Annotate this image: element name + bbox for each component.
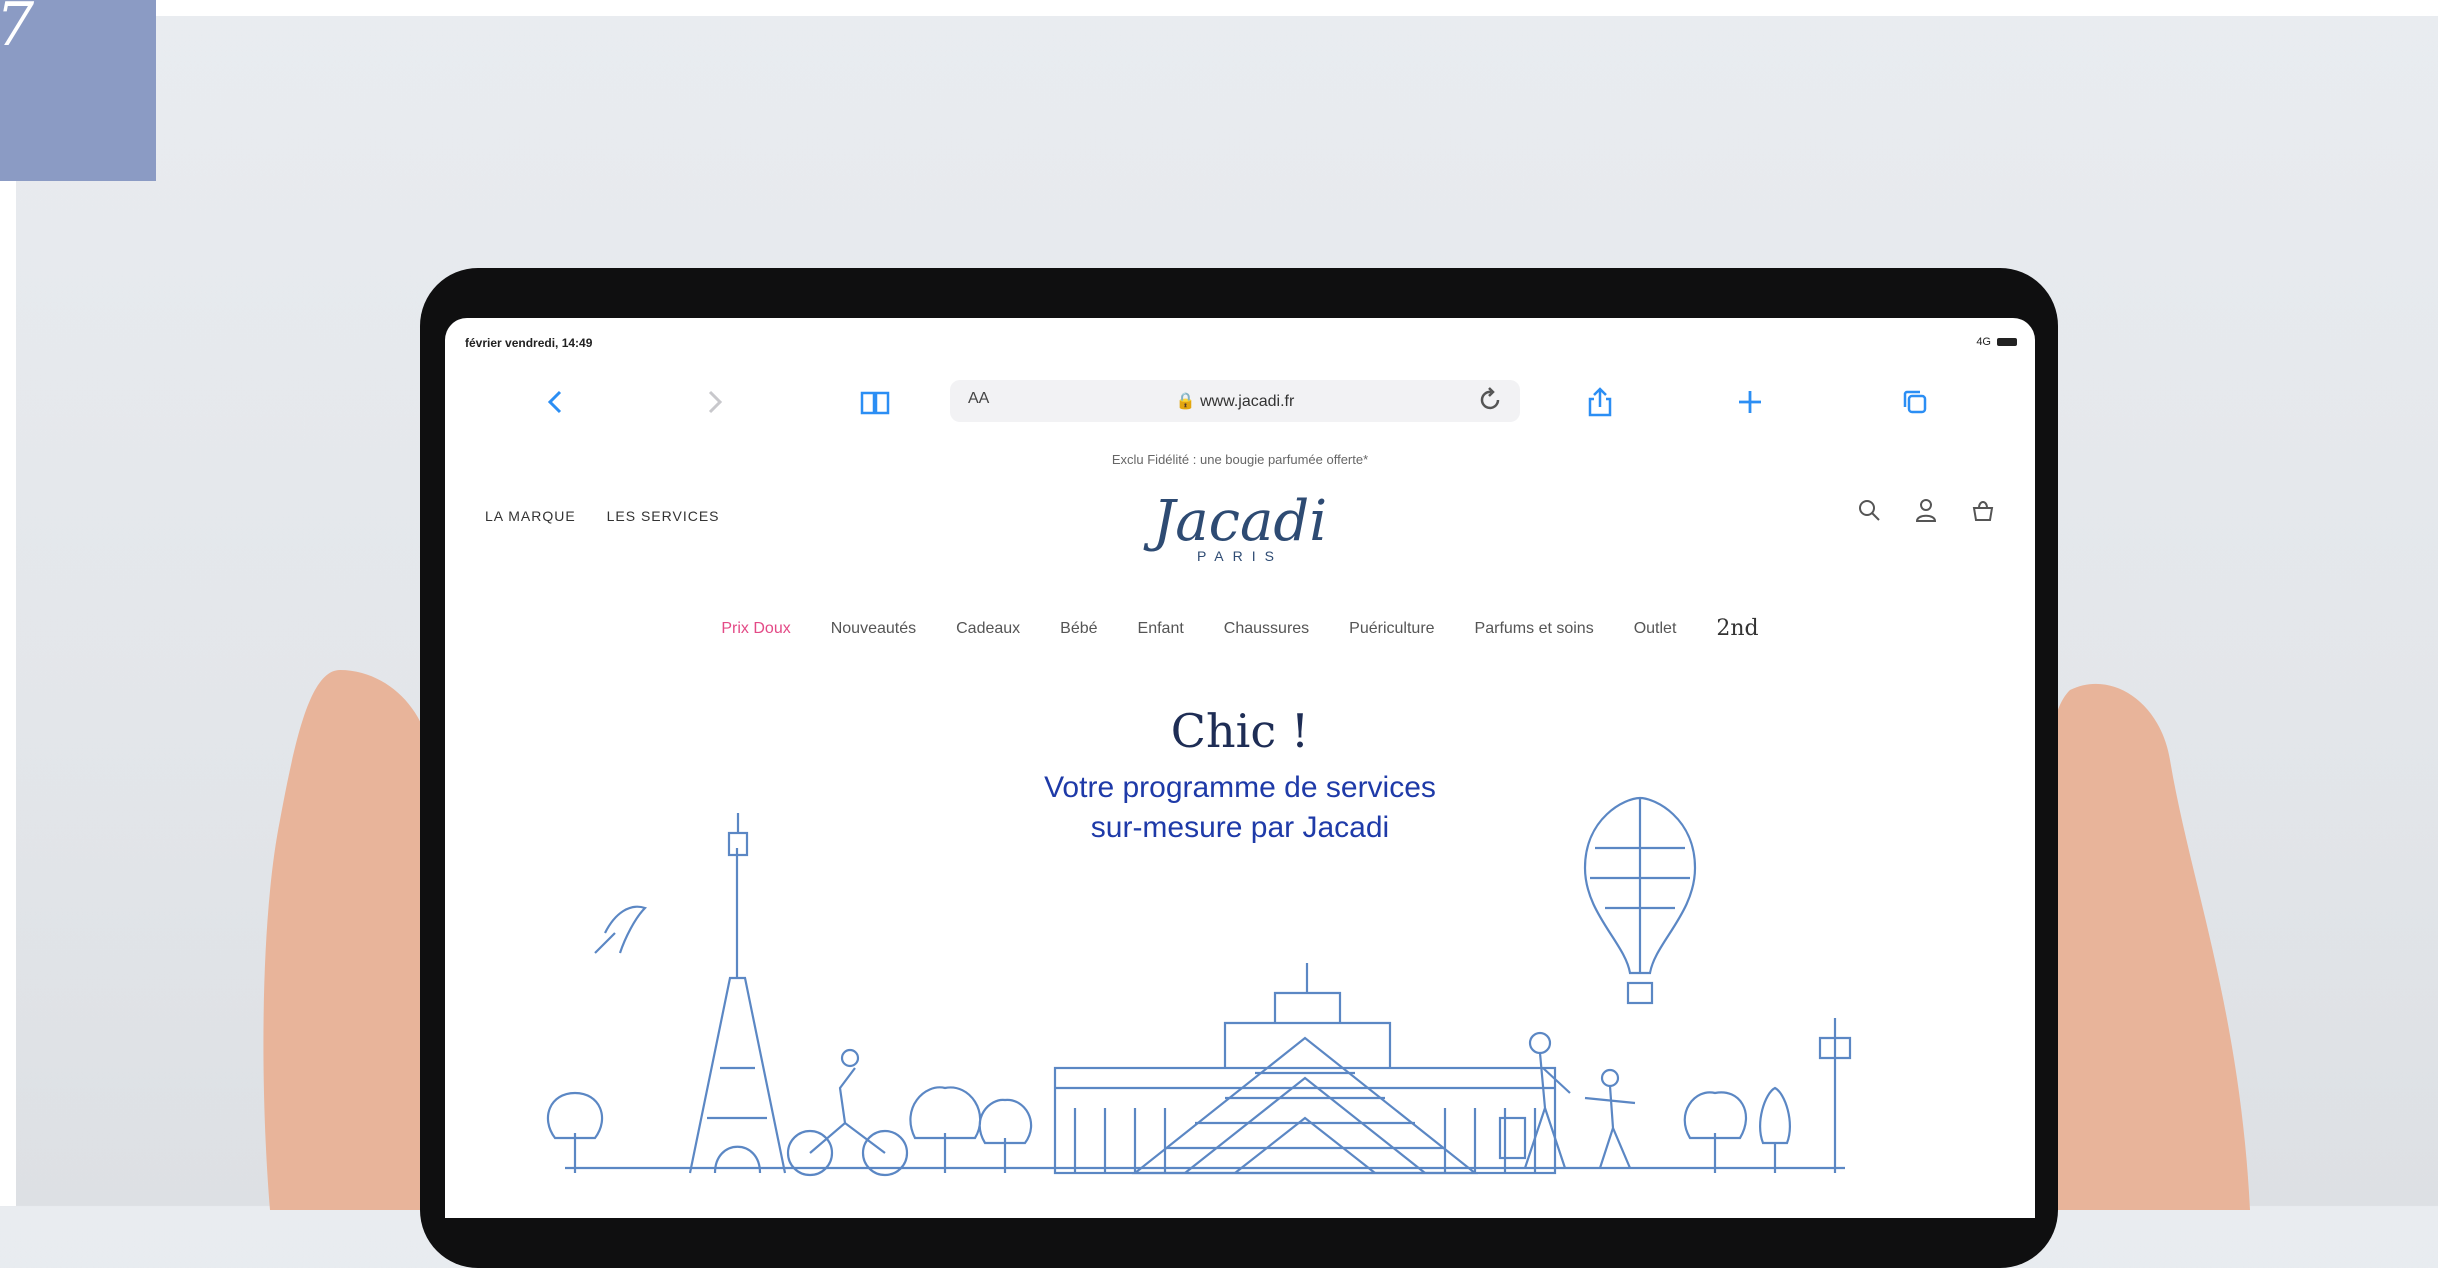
share-icon (1588, 387, 1612, 417)
category-parfums-et-soins[interactable]: Parfums et soins (1475, 620, 1594, 641)
bookmarks-button[interactable] (855, 380, 895, 424)
chevron-right-icon (708, 390, 723, 414)
tabs-button[interactable] (1895, 380, 1935, 424)
tree-right-drawing (1683, 1086, 1791, 1173)
reload-button[interactable] (1480, 386, 1502, 419)
cyclist-drawing (786, 1048, 909, 1177)
category-cadeaux[interactable]: Cadeaux (956, 620, 1020, 641)
chevron-left-icon (547, 390, 562, 414)
forward-button[interactable] (695, 380, 735, 424)
corner-glyph: 7 (0, 0, 34, 60)
back-button[interactable] (535, 380, 575, 424)
new-tab-button[interactable] (1730, 380, 1770, 424)
reload-icon (1480, 387, 1500, 410)
browser-toolbar: AA 🔒 www.jacadi.fr (445, 380, 2035, 424)
category-nav: Prix Doux Nouveautés Cadeaux Bébé Enfant… (445, 616, 2035, 641)
bag-icon (1972, 501, 1994, 521)
signal-label: 4G (1976, 336, 1991, 348)
share-button[interactable] (1580, 380, 1620, 424)
user-icon (1915, 499, 1937, 522)
battery-icon (1997, 338, 2017, 346)
lamppost-drawing (1818, 1018, 1852, 1173)
plus-icon (1739, 391, 1761, 413)
category-2nd[interactable]: 2nd (1716, 616, 1758, 641)
logo-subtitle: PARIS (1197, 548, 1283, 564)
eiffel-tower-drawing (688, 813, 787, 1174)
tree-left-drawing (546, 1091, 604, 1173)
search-button[interactable] (1857, 498, 1881, 529)
category-bebe[interactable]: Bébé (1060, 620, 1097, 641)
category-enfant[interactable]: Enfant (1138, 620, 1184, 641)
balloon-drawing (1583, 796, 1697, 1005)
louvre-drawing (1053, 963, 1557, 1175)
family-drawing (1498, 1031, 1636, 1169)
tree-middle-drawing (909, 1086, 1033, 1173)
lock-icon: 🔒 (1175, 393, 1196, 410)
status-right: 4G (1976, 336, 2017, 348)
tablet-screen: février vendredi, 14:49 4G AA 🔒 www.jaca… (445, 318, 2035, 1218)
bird-drawing (594, 905, 648, 954)
url-value: www.jacadi.fr (1200, 393, 1295, 410)
account-button[interactable] (1915, 498, 1937, 529)
category-puericulture[interactable]: Puériculture (1349, 620, 1434, 641)
logo-wordmark: Jacadi (1152, 489, 1328, 554)
search-icon (1859, 500, 1880, 521)
url-text: 🔒 www.jacadi.fr (950, 391, 1520, 411)
cart-button[interactable] (1971, 498, 1995, 529)
url-bar[interactable]: AA 🔒 www.jacadi.fr (950, 380, 1520, 422)
category-chaussures[interactable]: Chaussures (1224, 620, 1309, 641)
status-datetime: février vendredi, 14:49 (465, 336, 593, 350)
category-prix-doux[interactable]: Prix Doux (721, 620, 790, 641)
frame-top (0, 0, 2438, 16)
brand-logo[interactable]: Jacadi PARIS (445, 489, 2035, 565)
category-nouveautes[interactable]: Nouveautés (831, 620, 916, 641)
category-outlet[interactable]: Outlet (1634, 620, 1677, 641)
promo-banner[interactable]: Exclu Fidélité : une bougie parfumée off… (445, 452, 2035, 467)
pyramid-drawing (1131, 1036, 1479, 1175)
tabs-icon (1903, 390, 1927, 414)
book-icon (860, 391, 890, 415)
header-icons (1857, 498, 1995, 529)
paris-illustration (546, 796, 1852, 1177)
corner-tab: 7 (0, 0, 156, 181)
